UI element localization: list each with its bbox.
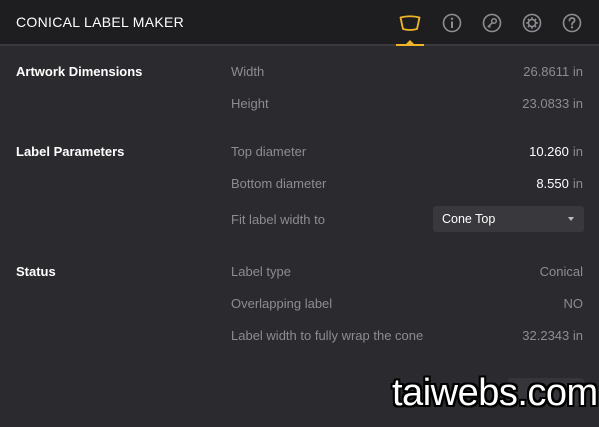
app-title: CONICAL LABEL MAKER: [16, 14, 185, 30]
gear-icon[interactable]: [520, 11, 544, 35]
top-diameter-value[interactable]: 10.260: [529, 144, 569, 159]
overlapping-label-value: NO: [563, 296, 584, 311]
active-tab-indicator: [396, 44, 424, 46]
top-diameter-field[interactable]: 10.260 in: [529, 144, 583, 159]
bottom-diameter-value[interactable]: 8.550: [536, 176, 569, 191]
height-label: Height: [231, 96, 269, 111]
fit-label-width-label: Fit label width to: [231, 212, 325, 227]
section-title-status: Status: [16, 264, 56, 279]
bottom-diameter-field[interactable]: 8.550 in: [536, 176, 583, 191]
section-title-label-parameters: Label Parameters: [16, 144, 125, 159]
label-type-label: Label type: [231, 264, 291, 279]
fit-label-width-selected: Cone Top: [442, 212, 496, 226]
watermark-text: taiwebs.com: [392, 372, 598, 414]
top-diameter-unit: in: [572, 144, 583, 159]
key-icon[interactable]: [480, 11, 504, 35]
width-value: 26.8611 in: [523, 64, 583, 79]
overlapping-label-label: Overlapping label: [231, 296, 333, 311]
label-type-value: Conical: [539, 264, 583, 279]
fit-label-width-select[interactable]: Cone Top: [433, 206, 584, 232]
info-icon[interactable]: [440, 11, 464, 35]
chevron-down-icon: [568, 217, 574, 221]
help-icon[interactable]: [560, 11, 584, 35]
top-diameter-label: Top diameter: [231, 144, 307, 159]
bottom-diameter-unit: in: [572, 176, 583, 191]
label-shape-icon[interactable]: [398, 11, 422, 35]
height-value: 23.0833 in: [522, 96, 583, 111]
width-label: Width: [231, 64, 265, 79]
bottom-diameter-label: Bottom diameter: [231, 176, 327, 191]
section-title-artwork-dimensions: Artwork Dimensions: [16, 64, 143, 79]
wrap-width-value: 32.2343 in: [522, 328, 583, 343]
wrap-width-label: Label width to fully wrap the cone: [231, 328, 424, 343]
app-header: CONICAL LABEL MAKER: [0, 0, 599, 46]
